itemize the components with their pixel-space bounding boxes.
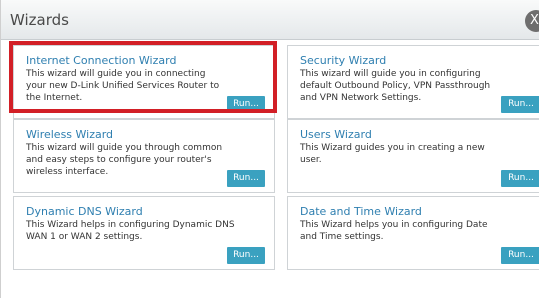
users-wizard-card: Users Wizard This Wizard guides you in c… xyxy=(287,119,539,193)
run-date-and-time-wizard-button[interactable]: Run... xyxy=(501,247,539,264)
wizard-title: Wireless Wizard xyxy=(26,128,114,141)
run-dynamic-dns-wizard-button[interactable]: Run... xyxy=(227,247,265,264)
wizard-title: Internet Connection Wizard xyxy=(26,54,177,67)
run-users-wizard-button[interactable]: Run... xyxy=(501,170,539,187)
dialog-titlebar: Wizards X xyxy=(1,0,539,40)
wizard-description: This Wizard guides you in creating a new… xyxy=(300,143,485,165)
run-internet-connection-wizard-button[interactable]: Run... xyxy=(227,96,265,113)
dynamic-dns-wizard-card: Dynamic DNS Wizard This Wizard helps in … xyxy=(13,196,275,270)
wizard-grid: Internet Connection Wizard This wizard w… xyxy=(1,41,539,298)
wizard-title: Security Wizard xyxy=(300,54,387,67)
wizards-dialog: Wizards X Internet Connection Wizard Thi… xyxy=(0,0,539,298)
run-wireless-wizard-button[interactable]: Run... xyxy=(227,170,265,187)
wizard-title: Date and Time Wizard xyxy=(300,205,422,218)
wizard-title: Dynamic DNS Wizard xyxy=(26,205,143,218)
wireless-wizard-card: Wireless Wizard This wizard will guide y… xyxy=(13,119,275,193)
internet-connection-wizard-card: Internet Connection Wizard This wizard w… xyxy=(13,45,275,119)
dialog-title: Wizards xyxy=(10,11,69,29)
wizard-title: Users Wizard xyxy=(300,128,372,141)
wizard-description: This Wizard helps in configuring Dynamic… xyxy=(26,220,235,242)
close-button[interactable]: X xyxy=(525,10,539,32)
security-wizard-card: Security Wizard This wizard will guide y… xyxy=(287,45,539,119)
date-and-time-wizard-card: Date and Time Wizard This Wizard helps y… xyxy=(287,196,539,270)
wizard-description: This Wizard helps you in configuring Dat… xyxy=(300,220,488,242)
close-icon: X xyxy=(530,13,539,28)
run-security-wizard-button[interactable]: Run... xyxy=(501,96,539,113)
